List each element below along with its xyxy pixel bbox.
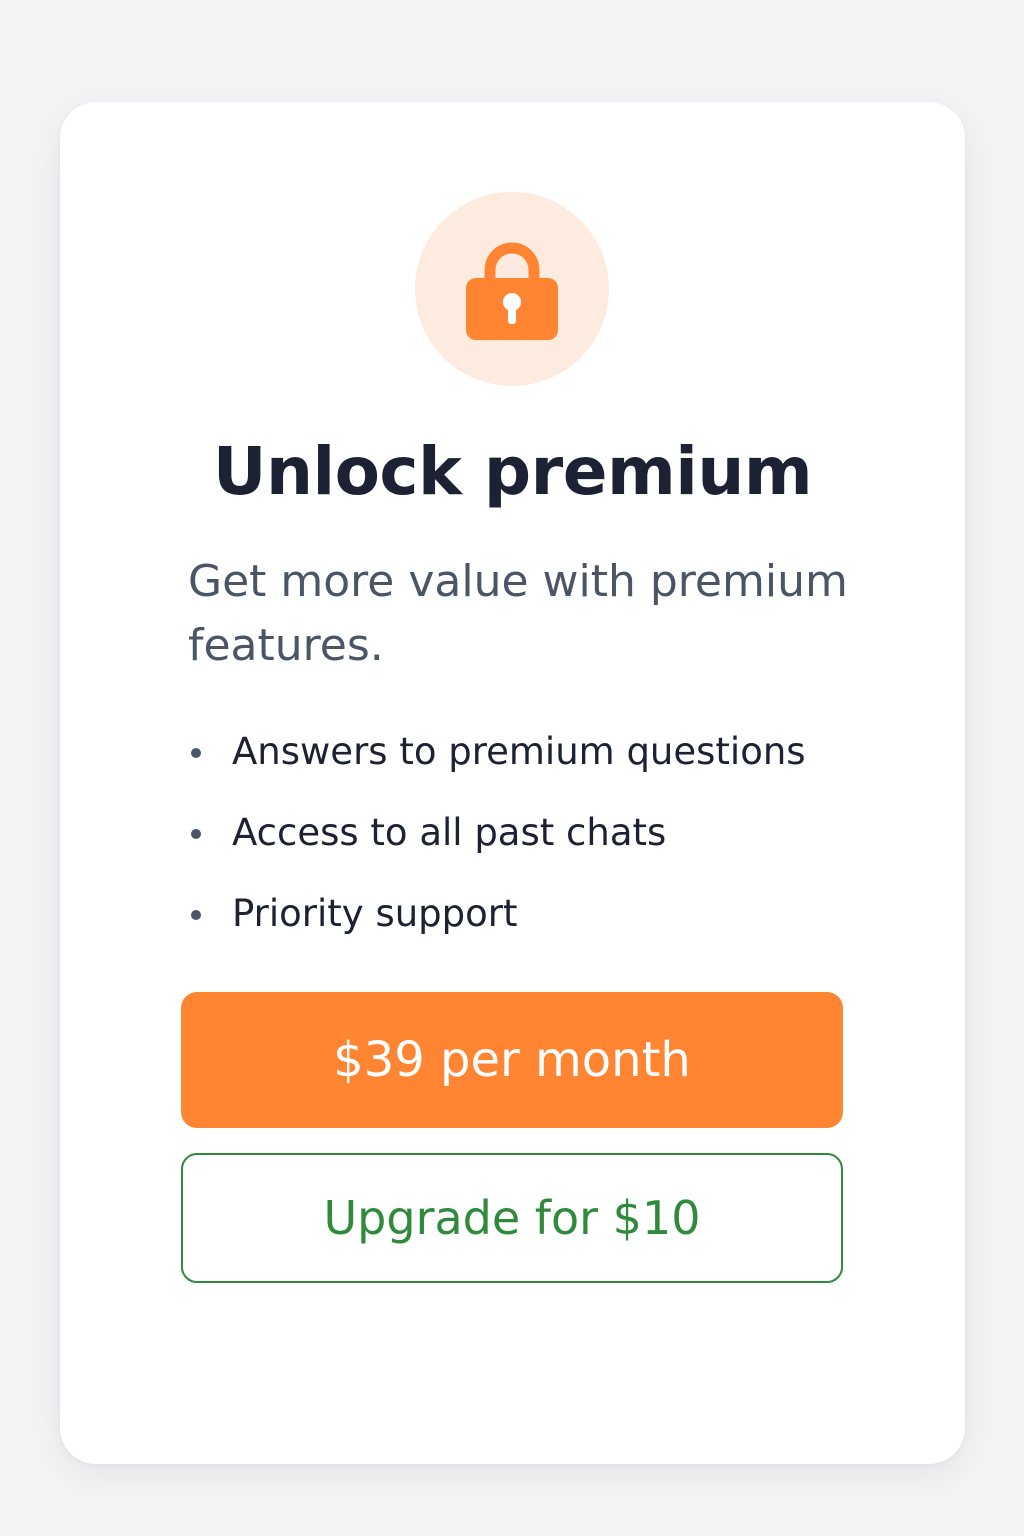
feature-item: Answers to premium questions — [188, 722, 888, 803]
feature-label: Access to all past chats — [232, 811, 667, 854]
card-subtitle: Get more value with premium features. — [188, 556, 848, 671]
monthly-plan-button[interactable]: $39 per month — [181, 992, 843, 1128]
card-title: Unlock premium — [212, 433, 813, 510]
feature-list: Answers to premium questions Access to a… — [188, 722, 888, 965]
feature-item: Access to all past chats — [188, 803, 888, 884]
bullet-icon — [191, 910, 201, 920]
bullet-icon — [191, 748, 201, 758]
feature-label: Priority support — [232, 892, 518, 935]
upgrade-button[interactable]: Upgrade for $10 — [181, 1153, 843, 1283]
lock-badge — [415, 192, 609, 386]
bullet-icon — [191, 829, 201, 839]
feature-item: Priority support — [188, 884, 888, 965]
feature-label: Answers to premium questions — [232, 730, 806, 773]
lock-icon — [466, 242, 558, 340]
premium-card: Unlock premium Get more value with premi… — [60, 102, 965, 1464]
